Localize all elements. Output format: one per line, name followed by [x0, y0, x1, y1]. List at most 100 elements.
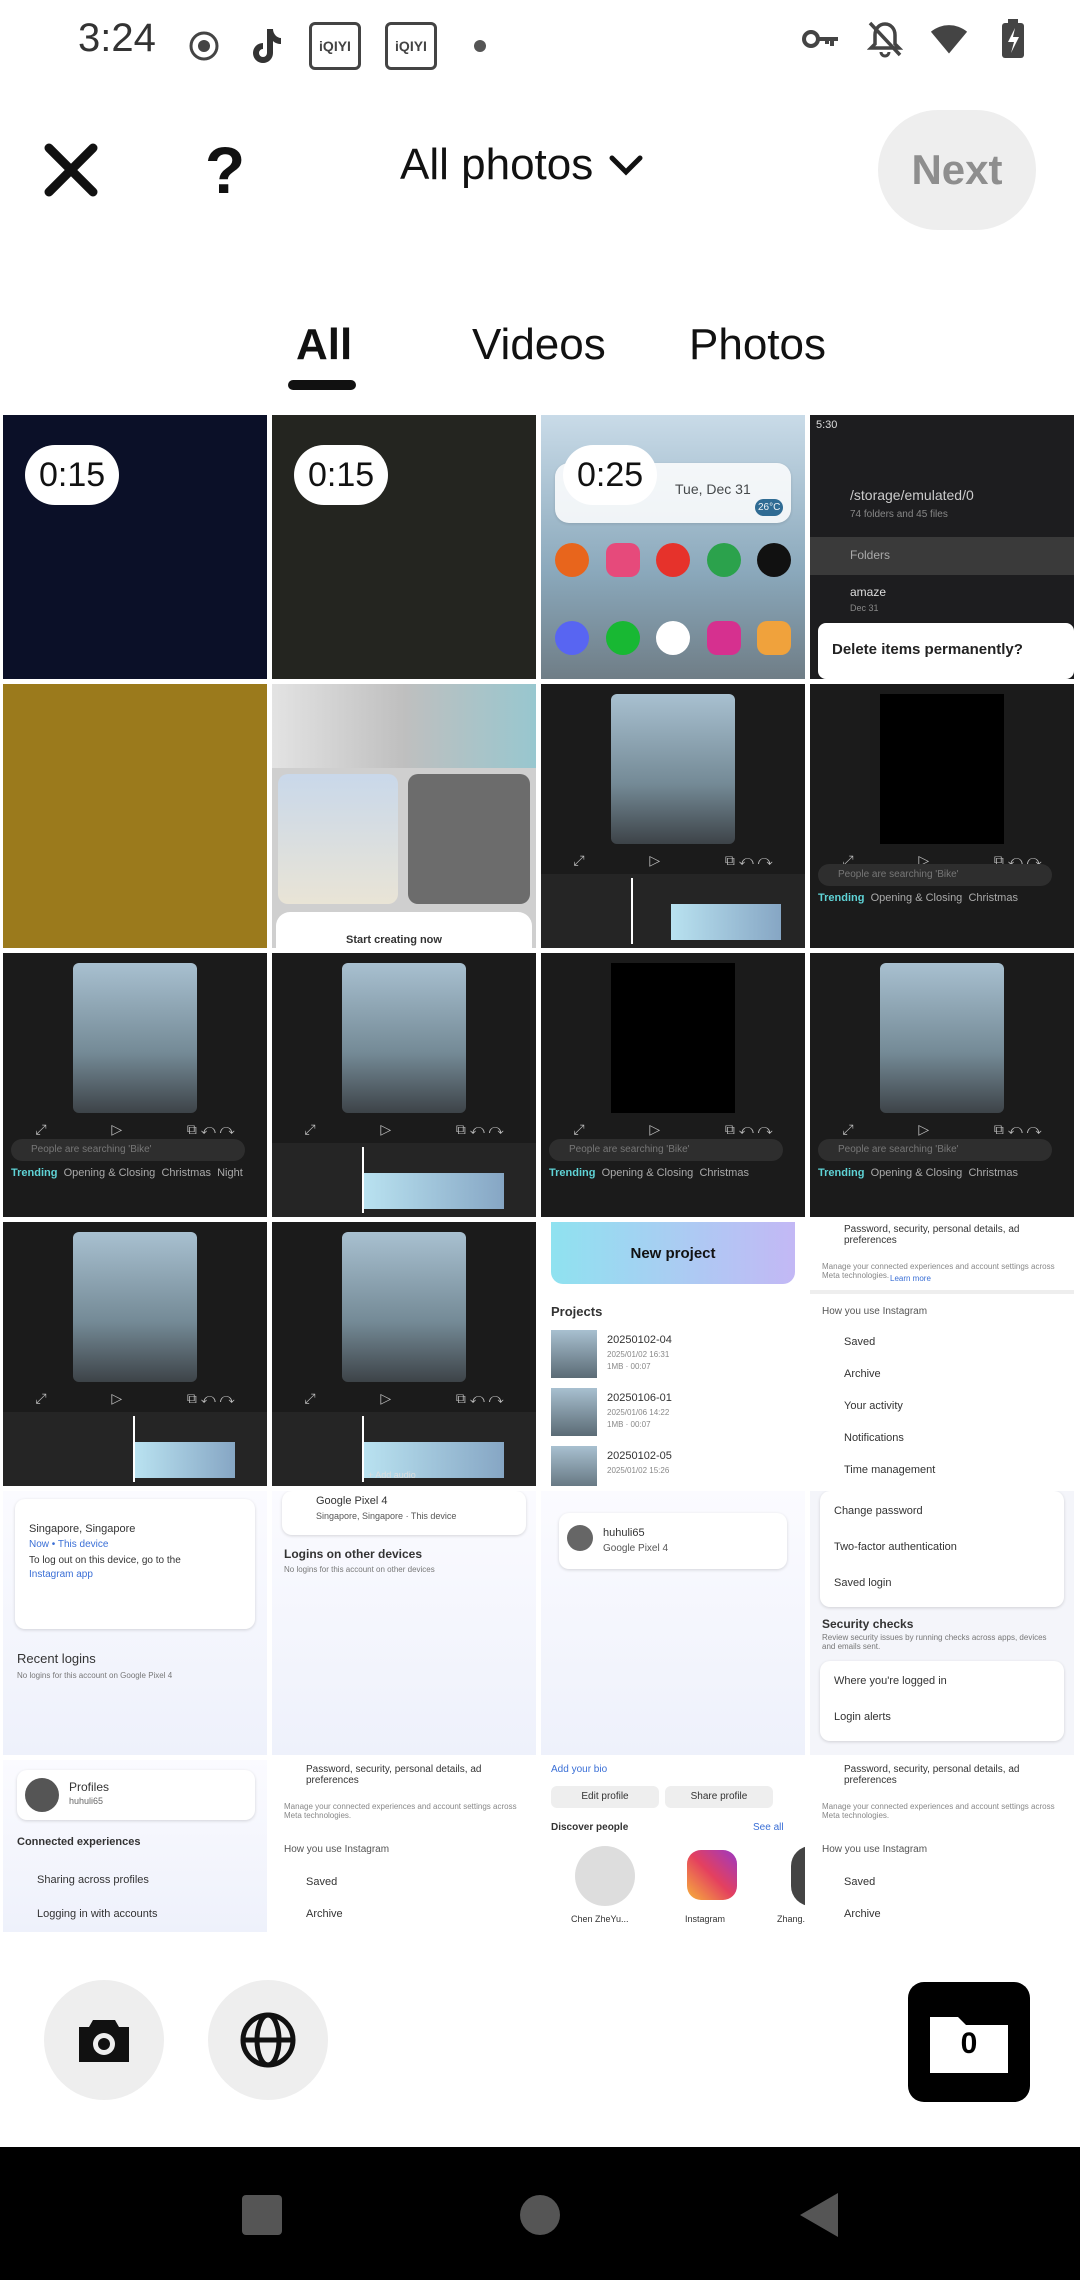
iqiyi-icon: iQIYI	[385, 22, 437, 70]
editor-timeline	[3, 1412, 267, 1486]
media-thumbnail[interactable]: Tue, Dec 31 26°C 0:25	[541, 415, 805, 679]
recent-logins-header: Recent logins	[17, 1651, 96, 1666]
tiktok-icon	[247, 27, 285, 65]
media-thumbnail[interactable]: Password, security, personal details, ad…	[810, 1222, 1074, 1486]
file-count: 74 folders and 45 files	[850, 509, 948, 520]
media-thumbnail[interactable]: huhuli65 Google Pixel 4	[541, 1491, 805, 1755]
media-thumbnail[interactable]: Add your bio Edit profile Share profile …	[541, 1760, 805, 1932]
media-thumbnail[interactable]: 0:15	[272, 415, 536, 679]
media-thumbnail[interactable]: 5:30 /storage/emulated/0 74 folders and …	[810, 415, 1074, 679]
album-selector[interactable]: All photos	[400, 140, 643, 190]
security-checks-card: Where you're logged in Login alerts	[820, 1661, 1064, 1741]
project-row: 20250102-05 2025/01/02 15:26	[551, 1446, 795, 1486]
tab-all[interactable]: All	[296, 320, 352, 370]
editor-tabs: Trending Opening & Closing Christmas	[549, 1167, 749, 1179]
selection-count-button[interactable]: 0	[908, 1982, 1030, 2102]
media-thumbnail[interactable]: Password, security, personal details, ad…	[272, 1760, 536, 1932]
close-icon	[44, 143, 98, 197]
bell-off-icon	[866, 20, 904, 58]
editor-controls: ⤢ ▷ ⧉ ↶ ↷	[304, 1120, 504, 1137]
media-type-tabs: All Videos Photos	[0, 310, 1080, 390]
record-icon	[185, 27, 223, 65]
temperature: 26°C	[755, 499, 784, 516]
folder-date: Dec 31	[850, 603, 879, 613]
camera-button[interactable]	[44, 1980, 164, 2100]
globe-icon	[240, 2012, 296, 2068]
status-icons-left: iQIYI iQIYI	[185, 22, 499, 70]
next-button[interactable]: Next	[878, 110, 1036, 230]
media-thumbnail[interactable]: Google Pixel 4 Singapore, Singapore · Th…	[272, 1491, 536, 1755]
media-thumbnail[interactable]: ⤢ ▷ ⧉ ↶ ↷	[272, 953, 536, 1217]
file-path: /storage/emulated/0	[850, 487, 974, 503]
wifi-icon	[930, 20, 968, 58]
tab-videos[interactable]: Videos	[472, 320, 606, 370]
media-thumbnail[interactable]: ⤢ ▷ ⧉ ↶ ↷ People are searching 'Bike' Tren…	[3, 953, 267, 1217]
media-thumbnail[interactable]: Profiles huhuli65 Connected experiences …	[3, 1760, 267, 1932]
close-button[interactable]	[36, 135, 106, 205]
square-icon	[242, 2195, 282, 2235]
nav-home-button[interactable]	[510, 2185, 570, 2245]
media-thumbnail[interactable]: Singapore, Singapore Now • This device T…	[3, 1491, 267, 1755]
media-thumbnail[interactable]: ⤢ ▷ ⧉ ↶ ↷	[541, 684, 805, 948]
media-thumbnail[interactable]: Password, security, personal details, ad…	[810, 1760, 1074, 1932]
delete-dialog: Delete items permanently?	[818, 623, 1074, 679]
dot-icon	[461, 27, 499, 65]
editor-timeline	[272, 1143, 536, 1217]
new-project-label: New project	[630, 1244, 716, 1262]
editor-tabs: Trending Opening & Closing Christmas	[818, 892, 1018, 904]
media-grid: 0:15 0:15 Tue, Dec 31 26°C 0:25 5:30 /st…	[0, 415, 1080, 2024]
editor-timeline	[541, 874, 805, 948]
media-thumbnail[interactable]: New project Projects 20250102-04 2025/01…	[541, 1222, 805, 1486]
tab-photos[interactable]: Photos	[689, 320, 826, 370]
search-pill: People are searching 'Bike'	[11, 1139, 245, 1161]
add-audio: + Add audio	[368, 1470, 416, 1480]
question-icon: ?	[204, 133, 246, 207]
media-thumbnail[interactable]	[3, 684, 267, 948]
home-date: Tue, Dec 31	[675, 481, 751, 497]
camera-icon	[79, 2020, 129, 2062]
search-pill: People are searching 'Bike'	[549, 1139, 783, 1161]
preview-image	[611, 963, 735, 1113]
folders-header: Folders	[850, 548, 891, 562]
help-button[interactable]: ?	[190, 133, 260, 207]
gallery-caption: Start creating now	[346, 934, 442, 946]
folder-icon: 0	[926, 2007, 1012, 2077]
preview-image	[880, 694, 1004, 844]
share-profile-button: Share profile	[665, 1786, 773, 1808]
header: ? All photos Next	[0, 110, 1080, 230]
profiles-card: Profiles huhuli65	[17, 1770, 255, 1820]
media-thumbnail[interactable]: ⤢ ▷ ⧉ ↶ ↷ People are searching 'Bike' Tren…	[810, 684, 1074, 948]
media-thumbnail[interactable]: ⤢ ▷ ⧉ ↶ ↷	[3, 1222, 267, 1486]
nav-back-button[interactable]	[788, 2185, 848, 2245]
album-label: All photos	[400, 140, 594, 189]
projects-label: Projects	[551, 1304, 603, 1319]
globe-button[interactable]	[208, 1980, 328, 2100]
preview-image	[611, 694, 735, 844]
security-card: Change password Two-factor authenticatio…	[820, 1491, 1064, 1607]
edit-profile-button: Edit profile	[551, 1786, 659, 1808]
tab-active-indicator	[288, 380, 356, 390]
media-thumbnail[interactable]: Change password Two-factor authenticatio…	[810, 1491, 1074, 1755]
account-center-text: Password, security, personal details, ad…	[844, 1224, 1020, 1246]
editor-controls: ⤢ ▷ ⧉ ↶ ↷	[35, 1389, 235, 1406]
learn-more-link: Learn more	[890, 1274, 931, 1283]
selected-count: 0	[960, 2027, 978, 2060]
chevron-down-icon	[609, 155, 643, 176]
status-icons-right	[802, 19, 1032, 58]
nav-recents-button[interactable]	[232, 2185, 292, 2245]
editor-tabs: Trending Opening & Closing Christmas	[818, 1167, 1018, 1179]
how-you-use-header: How you use Instagram	[822, 1306, 928, 1317]
media-thumbnail[interactable]: Start creating now	[272, 684, 536, 948]
media-thumbnail[interactable]: ⤢ ▷ ⧉ ↶ ↷ People are searching 'Bike' Tren…	[541, 953, 805, 1217]
device-card: Google Pixel 4 Singapore, Singapore · Th…	[282, 1491, 526, 1535]
account-card: huhuli65 Google Pixel 4	[559, 1513, 787, 1569]
file-time: 5:30	[816, 419, 838, 431]
media-thumbnail[interactable]: ⤢ ▷ ⧉ ↶ ↷ People are searching 'Bike' Tren…	[810, 953, 1074, 1217]
media-thumbnail[interactable]: ⤢ ▷ ⧉ ↶ ↷ + Add audio	[272, 1222, 536, 1486]
key-icon	[802, 20, 840, 58]
folder-name: amaze	[850, 585, 887, 599]
preview-image	[880, 963, 1004, 1113]
preview-image	[342, 963, 466, 1113]
media-thumbnail[interactable]: 0:15	[3, 415, 267, 679]
back-triangle-icon	[800, 2193, 838, 2237]
